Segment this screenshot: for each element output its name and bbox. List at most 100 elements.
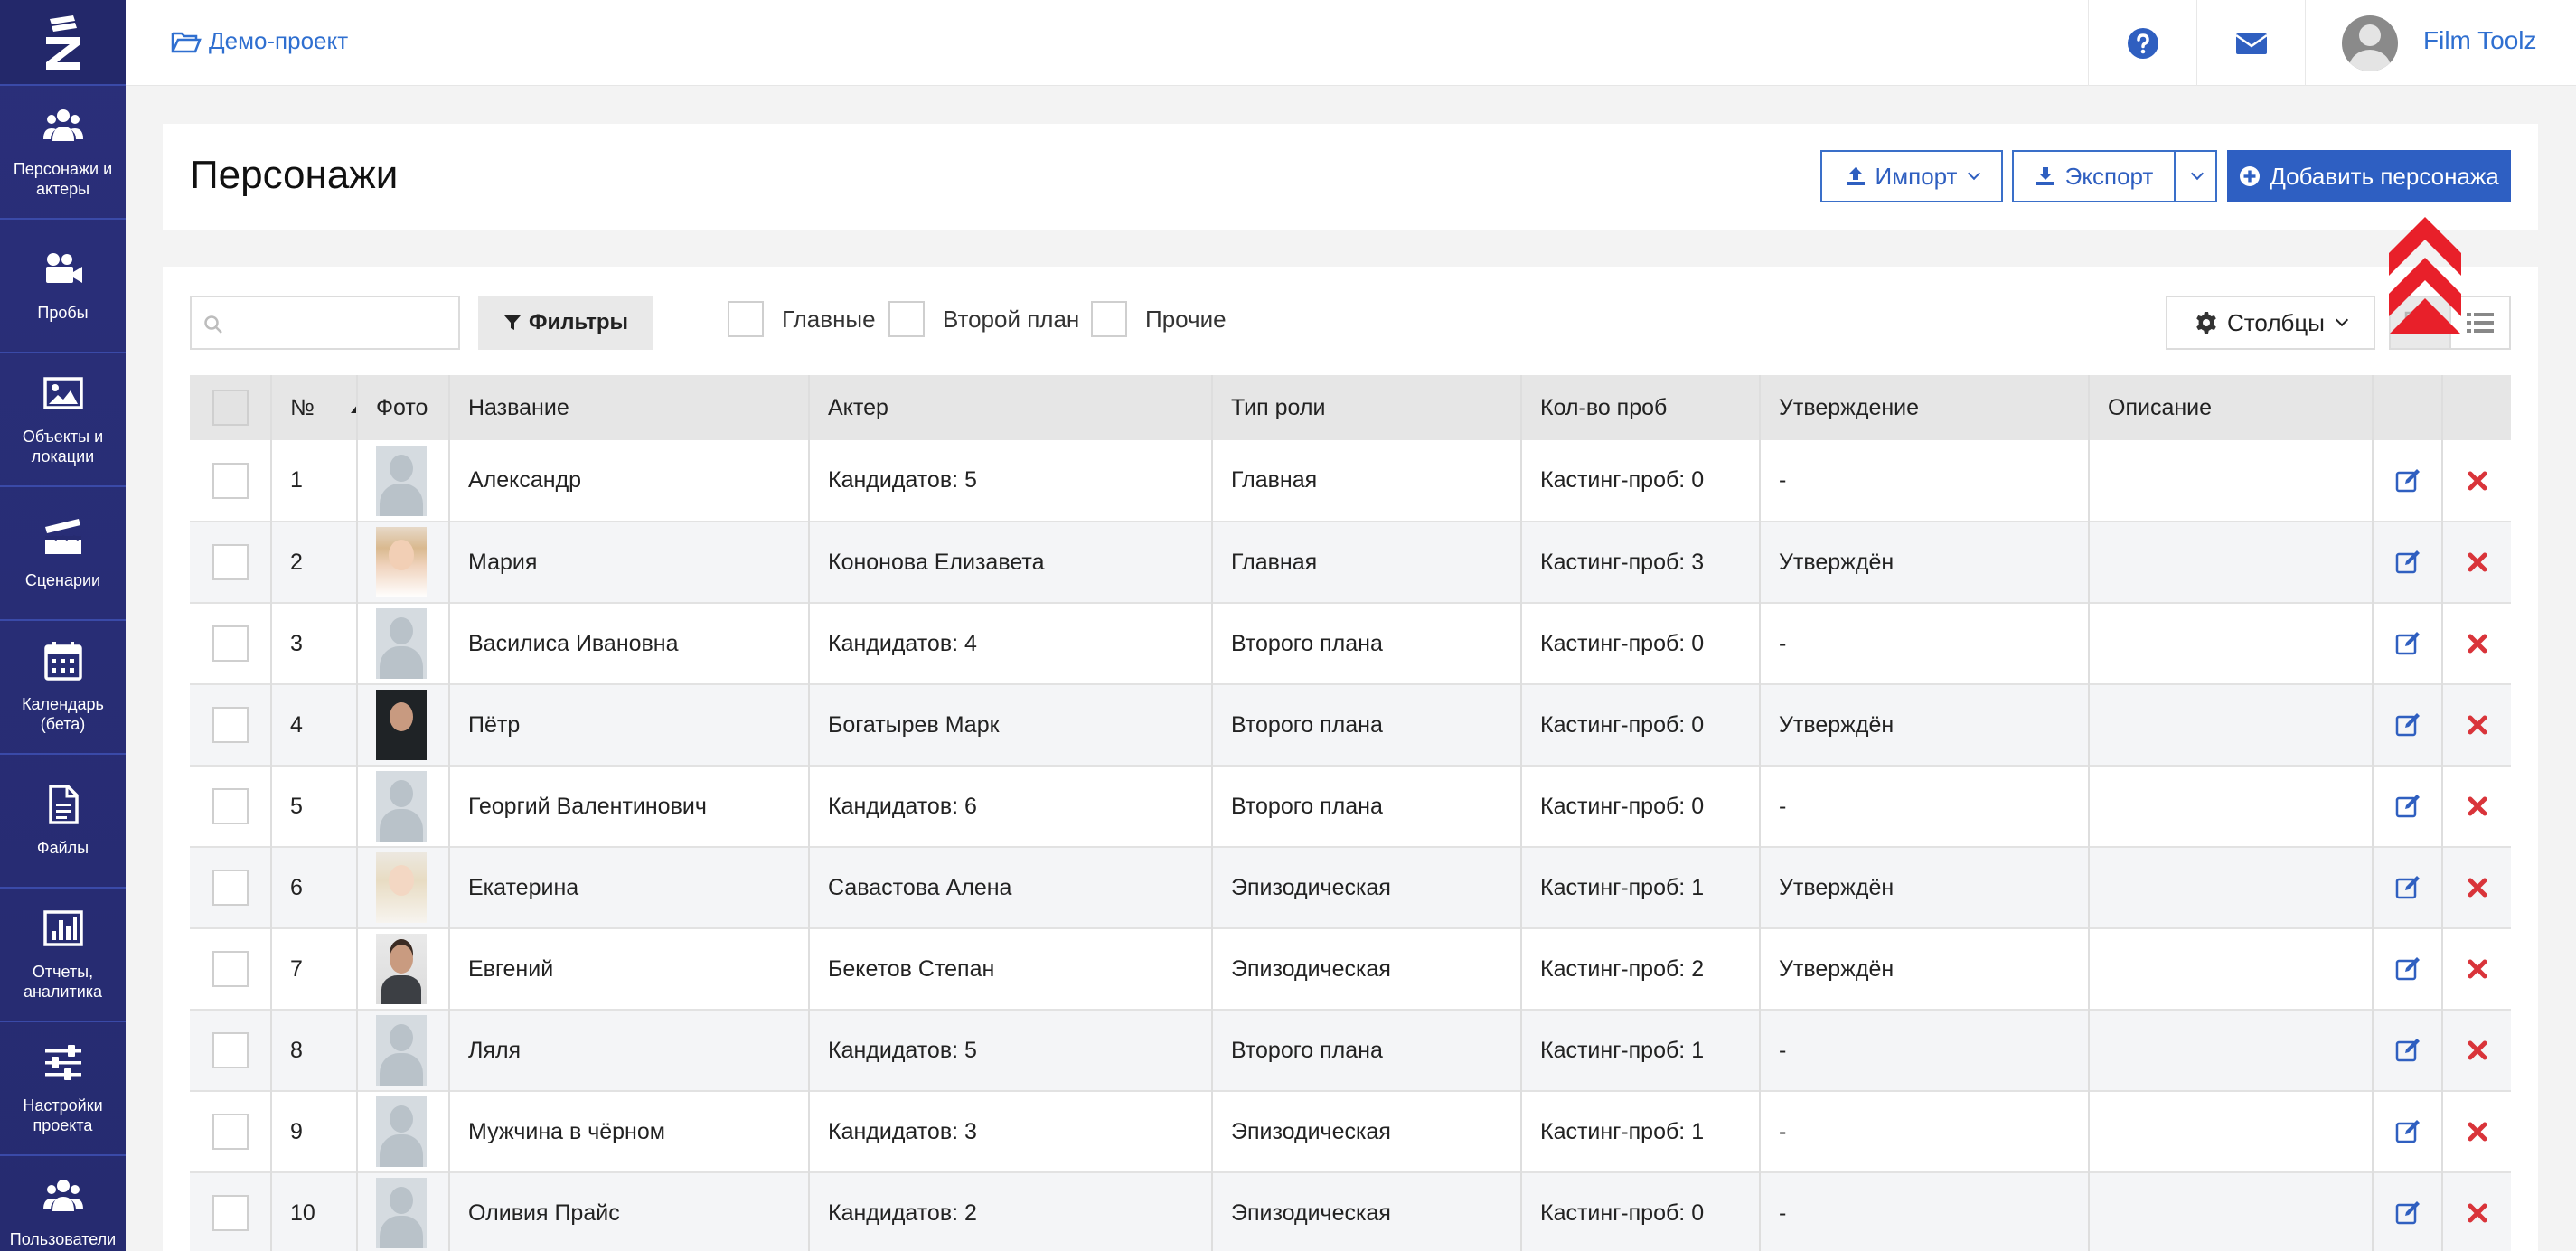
- edit-icon[interactable]: [2394, 874, 2421, 899]
- row-checkbox[interactable]: [212, 707, 249, 743]
- character-photo[interactable]: [376, 608, 427, 679]
- checkbox[interactable]: [728, 301, 764, 337]
- row-checkbox[interactable]: [212, 462, 249, 499]
- edit-icon[interactable]: [2394, 630, 2421, 655]
- character-photo[interactable]: [376, 1096, 427, 1167]
- cell-num: 5: [271, 766, 358, 847]
- column-header-name[interactable]: Название: [449, 375, 810, 440]
- edit-icon[interactable]: [2394, 1118, 2421, 1143]
- select-all-cell: [190, 375, 272, 440]
- edit-icon[interactable]: [2394, 711, 2421, 737]
- export-button[interactable]: Экспорт: [2012, 150, 2175, 202]
- delete-icon[interactable]: [2464, 1118, 2491, 1143]
- edit-icon[interactable]: [2394, 466, 2421, 492]
- row-checkbox[interactable]: [212, 1114, 249, 1150]
- edit-icon[interactable]: [2394, 793, 2421, 818]
- character-photo[interactable]: [376, 934, 427, 1004]
- cell-tests: Кастинг-проб: 0: [1521, 766, 1761, 847]
- row-select-cell: [190, 440, 272, 522]
- character-photo[interactable]: [376, 1015, 427, 1086]
- filters-button[interactable]: Фильтры: [478, 296, 653, 350]
- row-checkbox[interactable]: [212, 951, 249, 987]
- filter-other-checkbox[interactable]: Прочие: [1091, 301, 1227, 337]
- table-row[interactable]: 3 Василиса Ивановна Кандидатов: 4 Второго п…: [190, 603, 2511, 684]
- project-breadcrumb[interactable]: Демо-проект: [171, 27, 348, 55]
- search-input[interactable]: [190, 296, 460, 350]
- edit-icon[interactable]: [2394, 1199, 2421, 1225]
- table-row[interactable]: 9 Мужчина в чёрном Кандидатов: 3 Эпизодичес…: [190, 1091, 2511, 1172]
- messages-button[interactable]: [2196, 0, 2305, 86]
- delete-icon[interactable]: [2464, 630, 2491, 655]
- character-photo[interactable]: [376, 1178, 427, 1248]
- sidebar-item-video-camera[interactable]: Пробы: [0, 220, 126, 353]
- filter-main-checkbox[interactable]: Главные: [728, 301, 876, 337]
- edit-icon[interactable]: [2394, 549, 2421, 574]
- delete-icon[interactable]: [2464, 793, 2491, 818]
- filter-main-label: Главные: [782, 305, 876, 333]
- sidebar-item-users[interactable]: Пользователи и: [0, 1156, 126, 1251]
- sidebar-item-file[interactable]: Файлы: [0, 755, 126, 889]
- sidebar-item-image[interactable]: Объекты и локации: [0, 353, 126, 487]
- column-header-role-type[interactable]: Тип роли: [1212, 375, 1522, 440]
- character-photo[interactable]: [376, 445, 427, 516]
- sidebar-item-calendar[interactable]: Календарь (бета): [0, 621, 126, 755]
- filter-other-label: Прочие: [1145, 305, 1227, 333]
- help-button[interactable]: [2088, 0, 2196, 86]
- columns-label: Столбцы: [2227, 308, 2325, 336]
- column-header-actor[interactable]: Актер: [809, 375, 1213, 440]
- cell-photo: [357, 928, 450, 1010]
- column-header-description[interactable]: Описание: [2089, 375, 2374, 440]
- edit-icon[interactable]: [2394, 955, 2421, 981]
- edit-cell: [2373, 603, 2443, 684]
- delete-icon[interactable]: [2464, 874, 2491, 899]
- character-photo[interactable]: [376, 527, 427, 597]
- column-header-approval[interactable]: Утверждение: [1760, 375, 2090, 440]
- table-row[interactable]: 2 Мария Кононова Елизавета Главная Кастинг-п…: [190, 522, 2511, 603]
- table-row[interactable]: 6 Екатерина Савастова Алена Эпизодическая Ка…: [190, 847, 2511, 928]
- table-row[interactable]: 10 Оливия Прайс Кандидатов: 2 Эпизодическая…: [190, 1172, 2511, 1251]
- table-row[interactable]: 7 Евгений Бекетов Степан Эпизодическая Касти…: [190, 928, 2511, 1010]
- add-character-button[interactable]: Добавить персонажа: [2227, 150, 2511, 202]
- checkbox[interactable]: [888, 301, 925, 337]
- character-photo[interactable]: [376, 852, 427, 923]
- filter-secondary-checkbox[interactable]: Второй план: [888, 301, 1079, 337]
- column-header-tests[interactable]: Кол-во проб: [1521, 375, 1761, 440]
- row-checkbox[interactable]: [212, 544, 249, 580]
- sidebar-item-sliders[interactable]: Настройки проекта: [0, 1022, 126, 1156]
- table-row[interactable]: 8 Ляля Кандидатов: 5 Второго плана Кастинг-п…: [190, 1010, 2511, 1091]
- delete-icon[interactable]: [2464, 1199, 2491, 1225]
- row-checkbox[interactable]: [212, 626, 249, 662]
- delete-icon[interactable]: [2464, 711, 2491, 737]
- character-photo[interactable]: [376, 771, 427, 842]
- sidebar-item-users[interactable]: Персонажи и актеры: [0, 86, 126, 220]
- import-button[interactable]: Импорт: [1820, 150, 2003, 202]
- delete-icon[interactable]: [2464, 466, 2491, 492]
- cell-description: [2089, 440, 2374, 522]
- table-row[interactable]: 5 Георгий Валентинович Кандидатов: 6 Второг…: [190, 766, 2511, 847]
- table-row[interactable]: 1 Александр Кандидатов: 5 Главная Кастинг-пр…: [190, 440, 2511, 522]
- app-logo[interactable]: [0, 0, 126, 86]
- cell-actor: Кандидатов: 4: [809, 603, 1213, 684]
- download-icon: [2035, 167, 2054, 185]
- delete-icon[interactable]: [2464, 955, 2491, 981]
- checkbox[interactable]: [1091, 301, 1127, 337]
- row-checkbox[interactable]: [212, 1032, 249, 1068]
- cell-name: Евгений: [449, 928, 810, 1010]
- select-all-checkbox[interactable]: [212, 390, 249, 426]
- edit-icon[interactable]: [2394, 1037, 2421, 1062]
- column-header-photo[interactable]: Фото: [357, 375, 450, 440]
- column-header-num[interactable]: №: [271, 375, 358, 440]
- sidebar-item-bar-chart[interactable]: Отчеты, аналитика: [0, 889, 126, 1022]
- row-checkbox[interactable]: [212, 788, 249, 824]
- delete-icon[interactable]: [2464, 1037, 2491, 1062]
- delete-icon[interactable]: [2464, 549, 2491, 574]
- columns-button[interactable]: Столбцы: [2166, 296, 2375, 350]
- sidebar-item-clapperboard[interactable]: Сценарии: [0, 487, 126, 621]
- export-dropdown-button[interactable]: [2174, 150, 2217, 202]
- clapperboard-icon: [42, 516, 84, 558]
- user-menu[interactable]: Film Toolz: [2305, 0, 2576, 86]
- row-checkbox[interactable]: [212, 1195, 249, 1231]
- character-photo[interactable]: [376, 690, 427, 760]
- row-checkbox[interactable]: [212, 870, 249, 906]
- table-row[interactable]: 4 Пётр Богатырев Марк Второго плана Кастинг-…: [190, 684, 2511, 766]
